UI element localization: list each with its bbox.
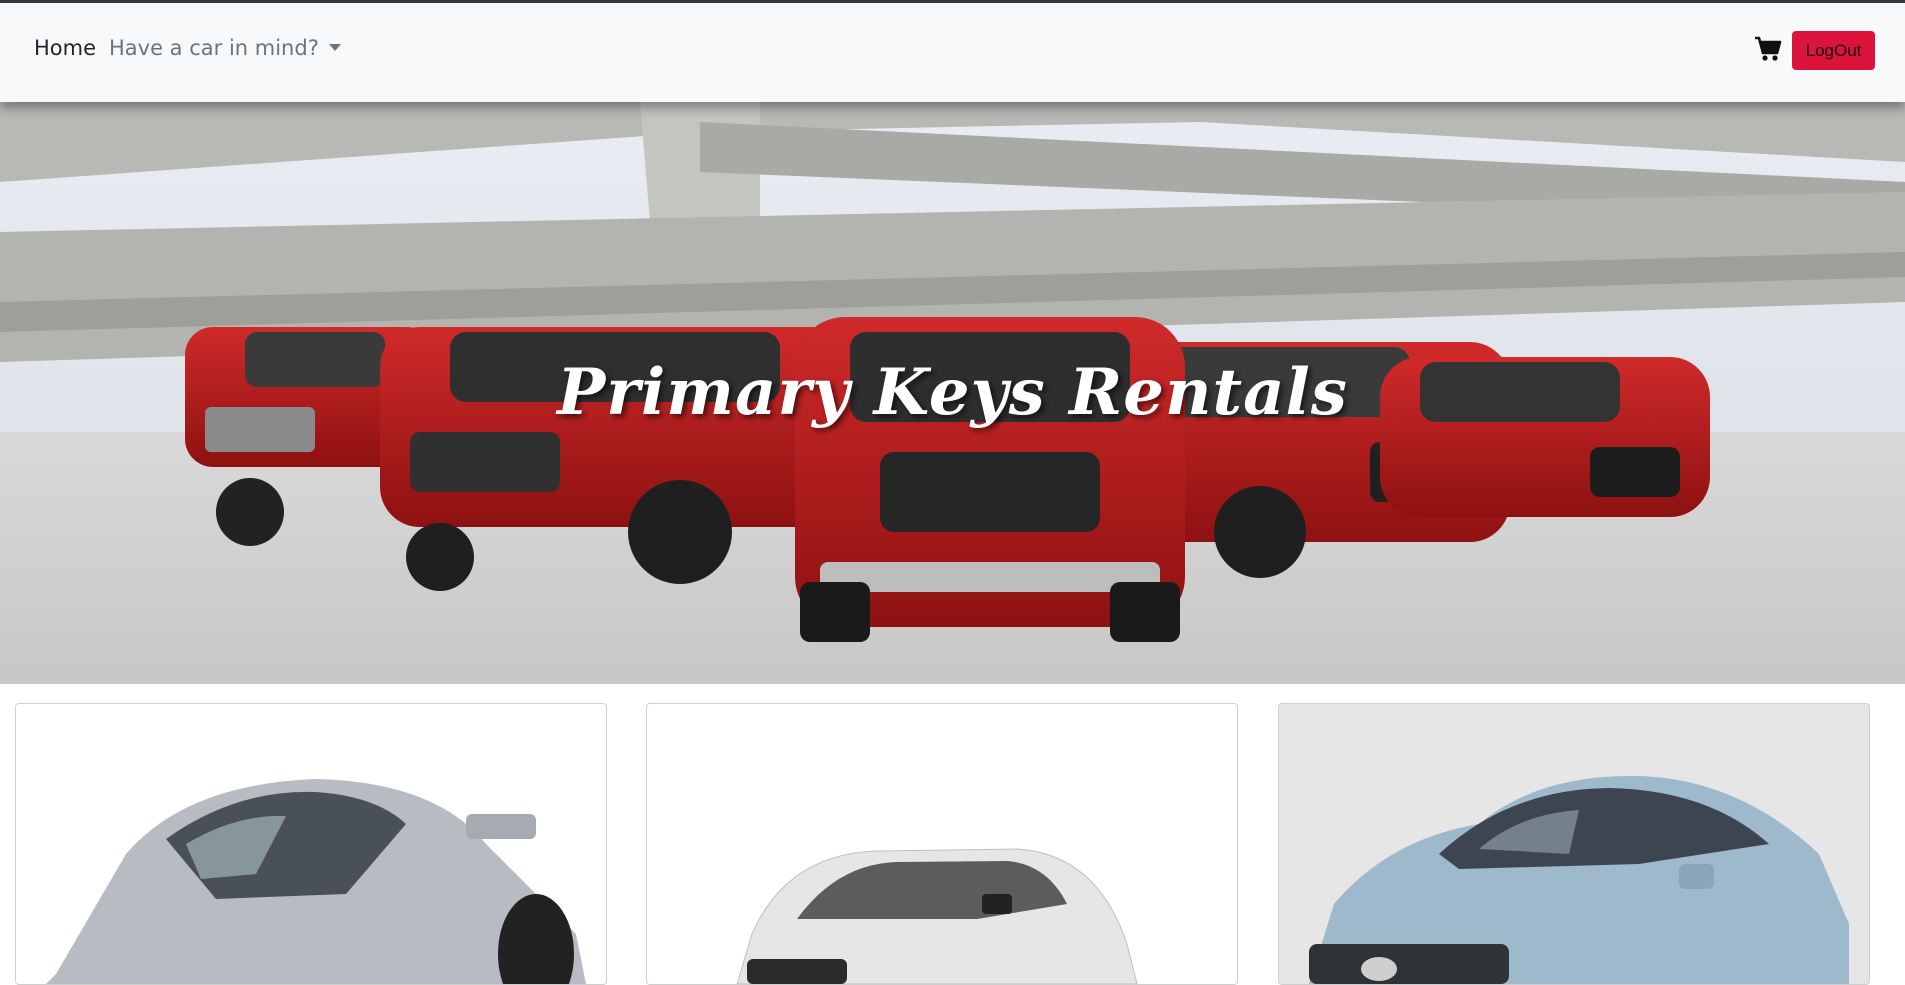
car-dropdown-label: Have a car in mind? (109, 36, 319, 60)
logout-button[interactable]: LogOut (1792, 31, 1875, 70)
nav-home-link[interactable]: Home (34, 36, 96, 60)
navbar: Home Have a car in mind? LogOut (0, 3, 1905, 102)
hero-banner: Primary Keys Rentals (0, 102, 1905, 684)
car-dropdown-toggle[interactable]: Have a car in mind? (109, 36, 341, 60)
car-card[interactable] (1278, 703, 1870, 985)
car-image-blue-sedan (1279, 704, 1869, 984)
car-card[interactable] (15, 703, 607, 985)
car-card[interactable] (646, 703, 1238, 985)
car-image-white-hatchback (647, 704, 1237, 984)
hero-title: Primary Keys Rentals (557, 355, 1348, 430)
car-image-silver-sports (16, 704, 606, 984)
caret-down-icon (328, 44, 341, 51)
shopping-cart-icon[interactable] (1754, 36, 1782, 62)
